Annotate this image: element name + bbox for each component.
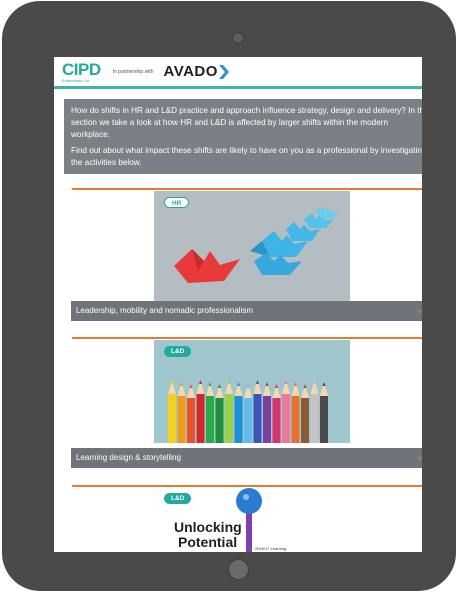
pencil xyxy=(320,396,328,443)
card-divider xyxy=(72,337,422,339)
ld-badge: L&D xyxy=(164,493,192,504)
tablet-screen: CIPD Enterprises Ltd In partnership with… xyxy=(54,57,422,552)
camera-icon xyxy=(232,32,244,44)
pencil xyxy=(291,396,300,443)
poster-subtitle: 2016/17 Learning xyxy=(255,546,287,551)
card-label-leadership[interactable]: Leadership, mobility and nomadic profess… xyxy=(71,301,422,321)
avado-logo-text: AVADO xyxy=(163,63,218,80)
hr-badge: HR xyxy=(164,197,190,208)
card-divider xyxy=(72,188,422,190)
arrow-right-icon: » xyxy=(416,453,422,463)
pencil xyxy=(253,394,262,443)
ld-badge: L&D xyxy=(164,346,192,357)
intro-line: How do shifts in HR and L&D practice and… xyxy=(71,106,422,115)
pencil xyxy=(215,398,224,443)
home-button-icon[interactable] xyxy=(228,559,249,580)
avado-logo[interactable]: AVADO xyxy=(163,63,229,80)
pencil xyxy=(187,398,195,443)
paper-boats-image[interactable]: HR xyxy=(154,191,350,301)
site-header: CIPD Enterprises Ltd In partnership with… xyxy=(54,57,422,89)
poster-title-line-2: Potential xyxy=(178,534,238,550)
pencil xyxy=(244,398,252,443)
pencil xyxy=(282,394,290,443)
arrow-right-icon: » xyxy=(416,306,422,316)
pencil xyxy=(234,396,243,443)
poster-title-line-1: Unlocking xyxy=(174,519,242,535)
intro-panel: How do shifts in HR and L&D practice and… xyxy=(64,99,422,174)
card-title: Leadership, mobility and nomadic profess… xyxy=(76,306,253,315)
cipd-logo[interactable]: CIPD Enterprises Ltd xyxy=(62,61,101,83)
pencil xyxy=(168,394,176,443)
pencil xyxy=(272,398,281,443)
intro-line: workplace. xyxy=(71,130,111,139)
card-title: Learning design & storytelling xyxy=(76,453,181,462)
intro-line: Find out about what impact these shifts … xyxy=(71,146,422,155)
unlocking-potential-image[interactable]: L&D Unlocking Potential 2016/17 Learning xyxy=(154,487,350,552)
cipd-logo-subtext: Enterprises Ltd xyxy=(62,77,89,83)
intro-paragraph-1: How do shifts in HR and L&D practice and… xyxy=(71,105,422,141)
pencil xyxy=(177,396,186,443)
tablet-frame: CIPD Enterprises Ltd In partnership with… xyxy=(2,1,456,591)
pencil xyxy=(225,394,233,443)
partnership-text: In partnership with xyxy=(112,68,154,75)
pencil xyxy=(301,398,309,443)
avado-chevron-icon xyxy=(218,64,229,79)
pencil xyxy=(206,396,214,443)
card-label-learning-design[interactable]: Learning design & storytelling » xyxy=(71,448,422,468)
pencil xyxy=(196,394,205,443)
intro-paragraph-2: Find out about what impact these shifts … xyxy=(71,145,422,169)
pencil xyxy=(310,394,319,443)
colored-pencils-image[interactable]: L&D xyxy=(154,340,350,443)
cipd-logo-text: CIPD xyxy=(62,59,101,79)
intro-line: section we take a look at how HR and L&D… xyxy=(71,118,389,127)
intro-line: the activities below. xyxy=(71,158,142,167)
pencil xyxy=(263,396,271,443)
